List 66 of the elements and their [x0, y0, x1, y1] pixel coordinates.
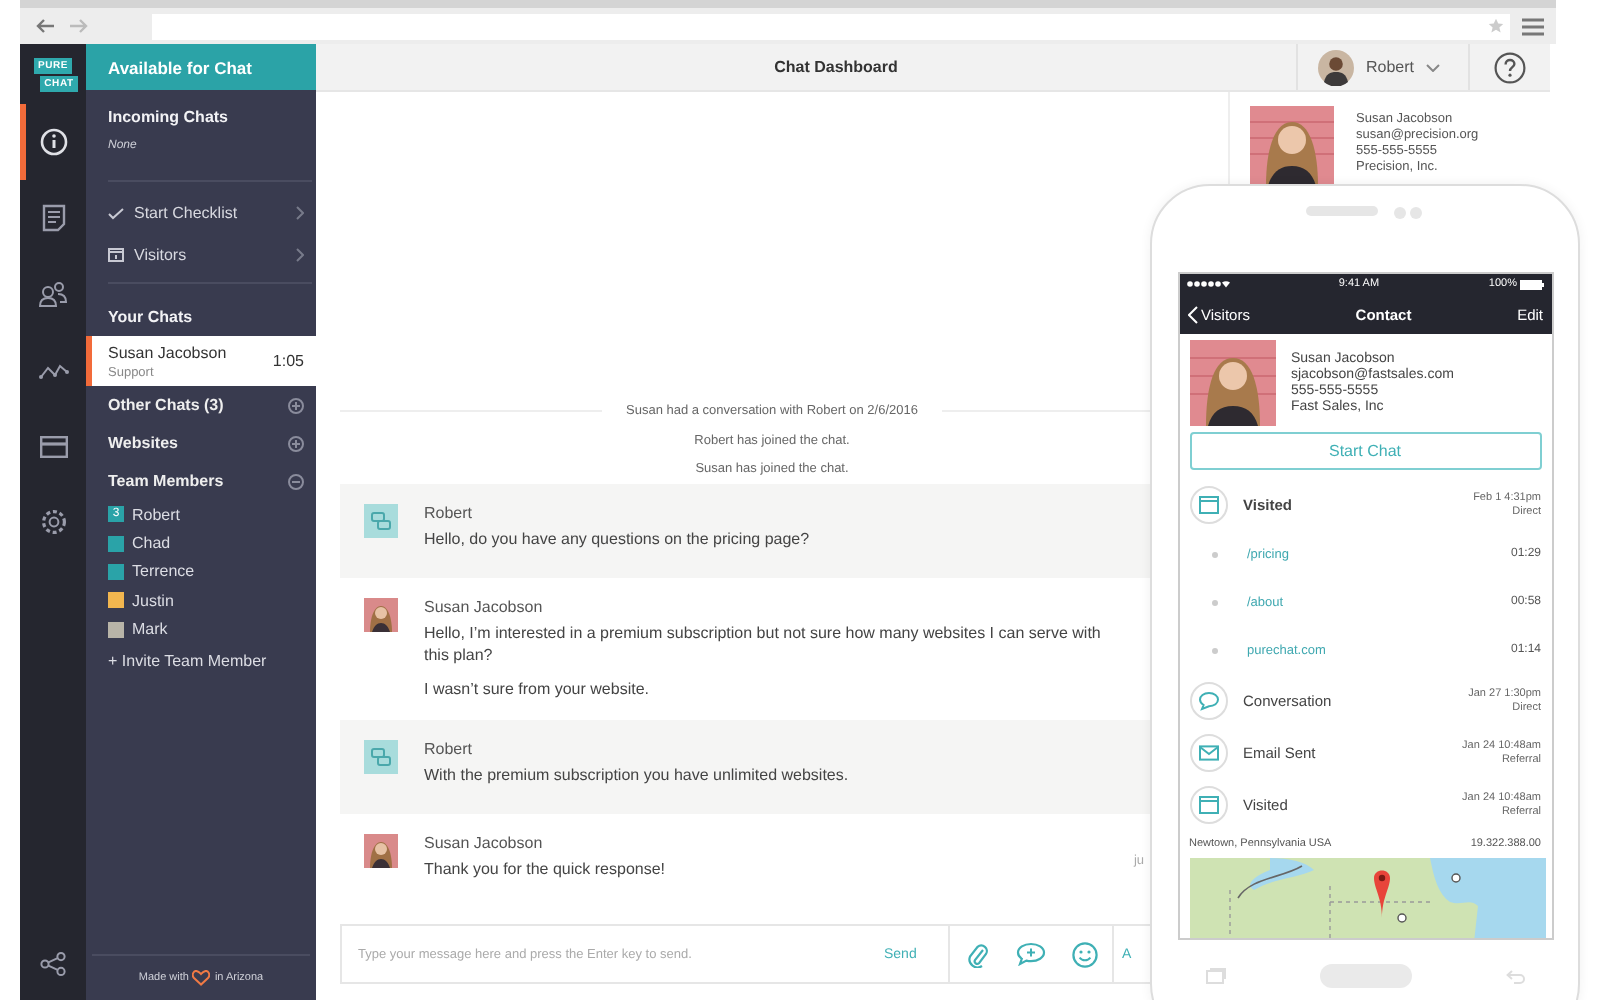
avatar — [364, 834, 398, 868]
message-text: Hello, I’m interested in a premium subscription but not sure how many websites I can serve with this plan? — [424, 622, 1103, 666]
member-name[interactable]: Terrence — [132, 562, 195, 581]
chat-bubbles-icon — [364, 504, 398, 538]
chat-bubbles-icon — [364, 740, 398, 774]
avatar — [1318, 49, 1354, 85]
page-title: Chat Dashboard — [772, 56, 900, 80]
chevron-down-icon — [1426, 63, 1441, 71]
people-icon — [38, 280, 68, 308]
speaker-slot — [1306, 206, 1378, 216]
browser-window-icon — [1189, 785, 1227, 823]
window-icon — [108, 248, 124, 262]
card-icon — [39, 435, 67, 457]
member-name[interactable]: Justin — [132, 591, 174, 610]
back-icon — [1505, 969, 1525, 983]
avatar — [364, 598, 398, 632]
star-icon[interactable] — [1488, 18, 1504, 34]
member-name[interactable]: Chad — [132, 534, 171, 553]
recent-apps-icon — [1205, 968, 1225, 984]
envelope-icon — [1189, 733, 1227, 771]
member-name[interactable]: Robert — [132, 505, 181, 524]
sidebar-link[interactable]: Start Checklist — [86, 192, 316, 234]
smiley-icon[interactable] — [1072, 941, 1098, 967]
share-icon[interactable] — [40, 952, 66, 976]
section-title: Your Chats — [106, 306, 195, 330]
chevron-left-icon — [1187, 305, 1197, 324]
user-menu[interactable]: Robert — [1296, 44, 1468, 90]
info-icon — [39, 128, 67, 156]
section-header[interactable]: Websites — [86, 424, 316, 462]
chevron-right-icon — [296, 248, 304, 262]
message-author: Robert — [424, 504, 473, 522]
help-icon[interactable] — [1494, 51, 1526, 83]
member-name[interactable]: Mark — [132, 620, 168, 639]
message-text: With the premium subscription you have unlimited websites. — [424, 764, 849, 786]
message-text: I wasn’t sure from your website. — [424, 678, 649, 700]
invite-link[interactable]: + Invite Team Member — [86, 643, 316, 670]
collapse-icon — [288, 473, 304, 489]
message-author: Susan Jacobson — [424, 834, 543, 852]
signal-icon — [1185, 280, 1229, 289]
section-title: Incoming Chats — [108, 108, 229, 126]
browser-window-icon — [1189, 485, 1227, 523]
battery-icon — [1520, 279, 1545, 290]
section-header[interactable]: Other Chats (3) — [86, 386, 316, 424]
paperclip-icon[interactable] — [967, 941, 987, 967]
heart-icon — [192, 970, 211, 986]
settings-icon — [39, 508, 67, 536]
menu-icon[interactable] — [1522, 17, 1544, 35]
chat-plus-icon[interactable] — [1016, 942, 1046, 966]
sidebar-link[interactable]: Visitors — [86, 234, 316, 276]
expand-icon — [288, 397, 304, 413]
section-header[interactable]: Team Members — [86, 462, 316, 500]
visitor-name: Susan Jacobson — [108, 343, 227, 361]
line-graph-icon — [37, 361, 69, 379]
check-icon — [108, 207, 124, 219]
chevron-right-icon — [296, 206, 304, 220]
speech-bubble-icon — [1189, 681, 1227, 719]
message-text: Thank you for the quick response! — [424, 858, 666, 880]
expand-icon — [288, 435, 304, 451]
document-icon — [41, 204, 65, 232]
message-text: Hello, do you have any questions on the pricing page? — [424, 528, 810, 550]
message-author: Susan Jacobson — [424, 598, 543, 616]
address-field[interactable] — [152, 13, 1510, 39]
message-author: Robert — [424, 740, 473, 758]
camera-icon — [1392, 206, 1424, 220]
chat-duration: 1:05 — [272, 352, 304, 370]
back-arrow-icon[interactable] — [36, 18, 56, 34]
